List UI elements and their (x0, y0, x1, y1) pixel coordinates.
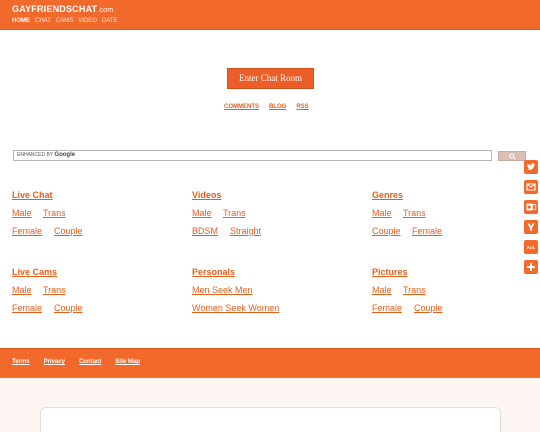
live-cams-couple-link[interactable]: Couple (54, 303, 83, 313)
category-videos[interactable]: Videos (192, 190, 221, 200)
search-placeholder: ENHANCED BY Google (17, 152, 75, 158)
personals-men-seek-men-link[interactable]: Men Seek Men (192, 285, 253, 295)
share-gmail-button[interactable] (524, 180, 538, 194)
blog-link[interactable]: BLOG (269, 104, 286, 110)
genres-male-link[interactable]: Male (372, 208, 392, 218)
google-label: Google (54, 152, 76, 158)
genres-couple-link[interactable]: Couple (372, 226, 401, 236)
pictures-female-link[interactable]: Female (372, 303, 402, 313)
genres-female-link[interactable]: Female (412, 226, 442, 236)
bottom-card (40, 407, 501, 432)
live-chat-trans-link[interactable]: Trans (43, 208, 66, 218)
videos-male-link[interactable]: Male (192, 208, 212, 218)
search-icon (509, 153, 516, 160)
site-logo[interactable]: GAYFRIENDSCHAT.com (12, 4, 113, 14)
footer-terms-link[interactable]: Terms (12, 359, 30, 365)
videos-straight-link[interactable]: Straight (230, 226, 261, 236)
pictures-male-link[interactable]: Male (372, 285, 392, 295)
pictures-couple-link[interactable]: Couple (414, 303, 443, 313)
twitter-icon (527, 163, 536, 171)
share-twitter-button[interactable] (524, 160, 538, 174)
nav-chat[interactable]: CHAT (35, 18, 51, 24)
pictures-trans-link[interactable]: Trans (403, 285, 426, 295)
share-yahoo-button[interactable] (524, 220, 538, 234)
aol-icon: Aol. (527, 245, 536, 250)
gmail-icon (526, 183, 536, 191)
sublinks: COMMENTS BLOG RSS (224, 104, 309, 110)
videos-bdsm-link[interactable]: BDSM (192, 226, 218, 236)
nav-video[interactable]: VIDEO (78, 18, 97, 24)
share-aol-button[interactable]: Aol. (524, 240, 538, 254)
comments-link[interactable]: COMMENTS (224, 104, 259, 110)
search-input[interactable]: ENHANCED BY Google (13, 150, 492, 161)
footer-sitemap-link[interactable]: Site Map (115, 359, 140, 365)
share-more-button[interactable] (524, 260, 538, 274)
category-genres[interactable]: Genres (372, 190, 403, 200)
yahoo-icon (527, 223, 535, 231)
logo-text: GAYFRIENDSCHAT (12, 4, 98, 14)
live-cams-trans-link[interactable]: Trans (43, 285, 66, 295)
category-personals[interactable]: Personals (192, 267, 235, 277)
live-cams-female-link[interactable]: Female (12, 303, 42, 313)
live-cams-male-link[interactable]: Male (12, 285, 32, 295)
nav-home[interactable]: HOME (12, 18, 30, 24)
live-chat-female-link[interactable]: Female (12, 226, 42, 236)
genres-trans-link[interactable]: Trans (403, 208, 426, 218)
nav-cams[interactable]: CAMS (56, 18, 73, 24)
search-button[interactable] (498, 151, 526, 161)
outlook-icon (526, 203, 537, 211)
enter-chat-room-button[interactable]: Enter Chat Room (227, 68, 314, 89)
aol-label: Aol. (527, 245, 536, 250)
footer-contact-link[interactable]: Contact (79, 359, 101, 365)
footer: Terms Privacy Contact Site Map (0, 348, 540, 378)
live-chat-male-link[interactable]: Male (12, 208, 32, 218)
category-pictures[interactable]: Pictures (372, 267, 408, 277)
live-chat-couple-link[interactable]: Couple (54, 226, 83, 236)
nav-date[interactable]: DATE (102, 18, 118, 24)
enhanced-by-label: ENHANCED BY (17, 152, 54, 158)
share-outlook-button[interactable] (524, 200, 538, 214)
videos-trans-link[interactable]: Trans (223, 208, 246, 218)
more-icon (527, 263, 535, 271)
category-live-chat[interactable]: Live Chat (12, 190, 53, 200)
footer-links: Terms Privacy Contact Site Map (12, 359, 140, 365)
personals-women-seek-women-link[interactable]: Women Seek Women (192, 303, 279, 313)
rss-link[interactable]: RSS (296, 104, 308, 110)
top-nav: HOME CHAT CAMS VIDEO DATE (12, 18, 117, 24)
top-header: GAYFRIENDSCHAT.com HOME CHAT CAMS VIDEO … (0, 0, 540, 30)
logo-domain: .com (97, 7, 114, 14)
footer-privacy-link[interactable]: Privacy (44, 359, 65, 365)
category-live-cams[interactable]: Live Cams (12, 267, 57, 277)
